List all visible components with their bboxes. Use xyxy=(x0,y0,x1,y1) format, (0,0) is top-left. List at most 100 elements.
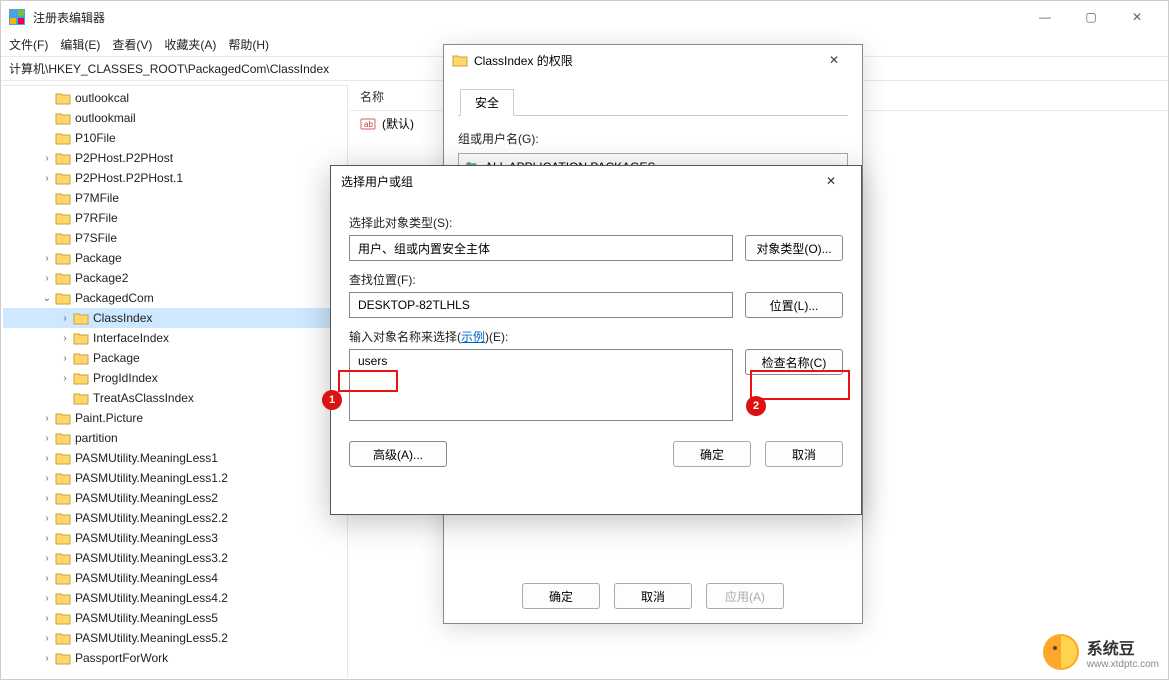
tree-item[interactable]: TreatAsClassIndex xyxy=(3,388,347,408)
folder-icon xyxy=(73,311,89,325)
select-title: 选择用户或组 xyxy=(341,173,413,190)
tree-item[interactable]: P10File xyxy=(3,128,347,148)
tree-item[interactable]: outlookcal xyxy=(3,88,347,108)
tree-item[interactable]: ›ProgIdIndex xyxy=(3,368,347,388)
check-names-button[interactable]: 检查名称(C) xyxy=(745,349,843,375)
tree-item[interactable]: ›PASMUtility.MeaningLess3 xyxy=(3,528,347,548)
advanced-button[interactable]: 高级(A)... xyxy=(349,441,447,467)
tree-item[interactable]: ⌄PackagedCom xyxy=(3,288,347,308)
chevron-right-icon[interactable]: › xyxy=(57,373,73,384)
maximize-button[interactable]: ▢ xyxy=(1068,1,1114,33)
tree-item[interactable]: › Package2 xyxy=(3,268,347,288)
tree-item[interactable]: ›P2PHost.P2PHost.1 xyxy=(3,168,347,188)
chevron-right-icon[interactable]: › xyxy=(57,333,73,344)
tree-item[interactable]: outlookmail xyxy=(3,108,347,128)
menu-favorites[interactable]: 收藏夹(A) xyxy=(164,36,216,53)
perm-cancel-button[interactable]: 取消 xyxy=(614,583,692,609)
tree-item[interactable]: ›PASMUtility.MeaningLess5 xyxy=(3,608,347,628)
example-link[interactable]: 示例 xyxy=(461,330,485,344)
tree-item[interactable]: ›PASMUtility.MeaningLess3.2 xyxy=(3,548,347,568)
menu-view[interactable]: 查看(V) xyxy=(112,36,152,53)
chevron-right-icon[interactable]: › xyxy=(39,433,55,444)
perm-close-button[interactable]: ✕ xyxy=(814,45,854,75)
chevron-right-icon[interactable]: › xyxy=(39,613,55,624)
select-cancel-button[interactable]: 取消 xyxy=(765,441,843,467)
tree-item[interactable]: › PASMUtility.MeaningLess5.2 xyxy=(3,628,347,648)
chevron-right-icon[interactable]: › xyxy=(39,493,55,504)
tree-item-label: PASMUtility.MeaningLess1 xyxy=(75,451,218,465)
tree-item[interactable]: ›Package xyxy=(3,248,347,268)
chevron-right-icon[interactable]: › xyxy=(57,353,73,364)
menu-edit[interactable]: 编辑(E) xyxy=(60,36,100,53)
tree-item[interactable]: ›Package xyxy=(3,348,347,368)
chevron-right-icon[interactable]: › xyxy=(39,553,55,564)
folder-icon xyxy=(55,591,71,605)
object-names-input[interactable]: users xyxy=(349,349,733,421)
watermark: 系统豆 www.xtdptc.com xyxy=(1041,632,1159,672)
tree-item[interactable]: ›PASMUtility.MeaningLess1.2 xyxy=(3,468,347,488)
tree-item-label: outlookcal xyxy=(75,91,129,105)
tree-item[interactable]: ›PASMUtility.MeaningLess2.2 xyxy=(3,508,347,528)
tree-item[interactable]: P7MFile xyxy=(3,188,347,208)
chevron-right-icon[interactable]: › xyxy=(39,473,55,484)
chevron-down-icon[interactable]: ⌄ xyxy=(39,293,55,304)
object-type-field: 用户、组或内置安全主体 xyxy=(349,235,733,261)
folder-icon xyxy=(73,331,89,345)
locations-button[interactable]: 位置(L)... xyxy=(745,292,843,318)
tab-security[interactable]: 安全 xyxy=(460,89,514,116)
tree-item[interactable]: P7SFile xyxy=(3,228,347,248)
tree-item[interactable]: ›partition xyxy=(3,428,347,448)
tree-item-label: PASMUtility.MeaningLess4 xyxy=(75,571,218,585)
chevron-right-icon[interactable]: › xyxy=(39,513,55,524)
tree-item[interactable]: ›PassportForWork xyxy=(3,648,347,668)
location-field: DESKTOP-82TLHLS xyxy=(349,292,733,318)
menu-file[interactable]: 文件(F) xyxy=(9,36,48,53)
minimize-button[interactable]: ― xyxy=(1022,1,1068,33)
select-ok-button[interactable]: 确定 xyxy=(673,441,751,467)
tree-item[interactable]: ›InterfaceIndex xyxy=(3,328,347,348)
tree-item-label: PASMUtility.MeaningLess5.2 xyxy=(75,631,228,645)
watermark-brand: 系统豆 xyxy=(1087,641,1135,658)
tree-item[interactable]: ›ClassIndex xyxy=(3,308,347,328)
string-value-icon: ab xyxy=(360,116,376,132)
perm-ok-button[interactable]: 确定 xyxy=(522,583,600,609)
menu-help[interactable]: 帮助(H) xyxy=(228,36,269,53)
tree-item-label: PASMUtility.MeaningLess4.2 xyxy=(75,591,228,605)
svg-text:ab: ab xyxy=(364,120,373,129)
tree-item[interactable]: ›P2PHost.P2PHost xyxy=(3,148,347,168)
folder-icon xyxy=(55,431,71,445)
folder-icon xyxy=(55,631,71,645)
chevron-right-icon[interactable]: › xyxy=(39,273,55,284)
tree-item[interactable]: P7RFile xyxy=(3,208,347,228)
tree-item[interactable]: › PASMUtility.MeaningLess1 xyxy=(3,448,347,468)
close-button[interactable]: ✕ xyxy=(1114,1,1160,33)
chevron-right-icon[interactable]: › xyxy=(39,453,55,464)
select-close-button[interactable]: ✕ xyxy=(811,166,851,196)
tree-item[interactable]: › PASMUtility.MeaningLess4 xyxy=(3,568,347,588)
chevron-right-icon[interactable]: › xyxy=(39,153,55,164)
chevron-right-icon[interactable]: › xyxy=(39,633,55,644)
tree-item[interactable]: › PASMUtility.MeaningLess4.2 xyxy=(3,588,347,608)
chevron-right-icon[interactable]: › xyxy=(39,413,55,424)
folder-icon xyxy=(55,411,71,425)
tree-item[interactable]: ›PASMUtility.MeaningLess2 xyxy=(3,488,347,508)
tree-item-label: TreatAsClassIndex xyxy=(93,391,194,405)
tree-item[interactable]: ›Paint.Picture xyxy=(3,408,347,428)
chevron-right-icon[interactable]: › xyxy=(39,593,55,604)
object-types-button[interactable]: 对象类型(O)... xyxy=(745,235,843,261)
chevron-right-icon[interactable]: › xyxy=(39,173,55,184)
folder-icon xyxy=(55,191,71,205)
chevron-right-icon[interactable]: › xyxy=(39,253,55,264)
tree-item-label: P7RFile xyxy=(75,211,118,225)
chevron-right-icon[interactable]: › xyxy=(39,653,55,664)
address-path: 计算机\HKEY_CLASSES_ROOT\PackagedCom\ClassI… xyxy=(9,60,329,77)
chevron-right-icon[interactable]: › xyxy=(57,313,73,324)
tree-item-label: Package2 xyxy=(75,271,128,285)
chevron-right-icon[interactable]: › xyxy=(39,533,55,544)
chevron-right-icon[interactable]: › xyxy=(39,573,55,584)
perm-apply-button[interactable]: 应用(A) xyxy=(706,583,784,609)
tree-panel[interactable]: outlookcaloutlookmailP10File›P2PHost.P2P… xyxy=(3,85,348,677)
folder-icon xyxy=(55,131,71,145)
folder-icon xyxy=(55,151,71,165)
folder-icon xyxy=(55,211,71,225)
